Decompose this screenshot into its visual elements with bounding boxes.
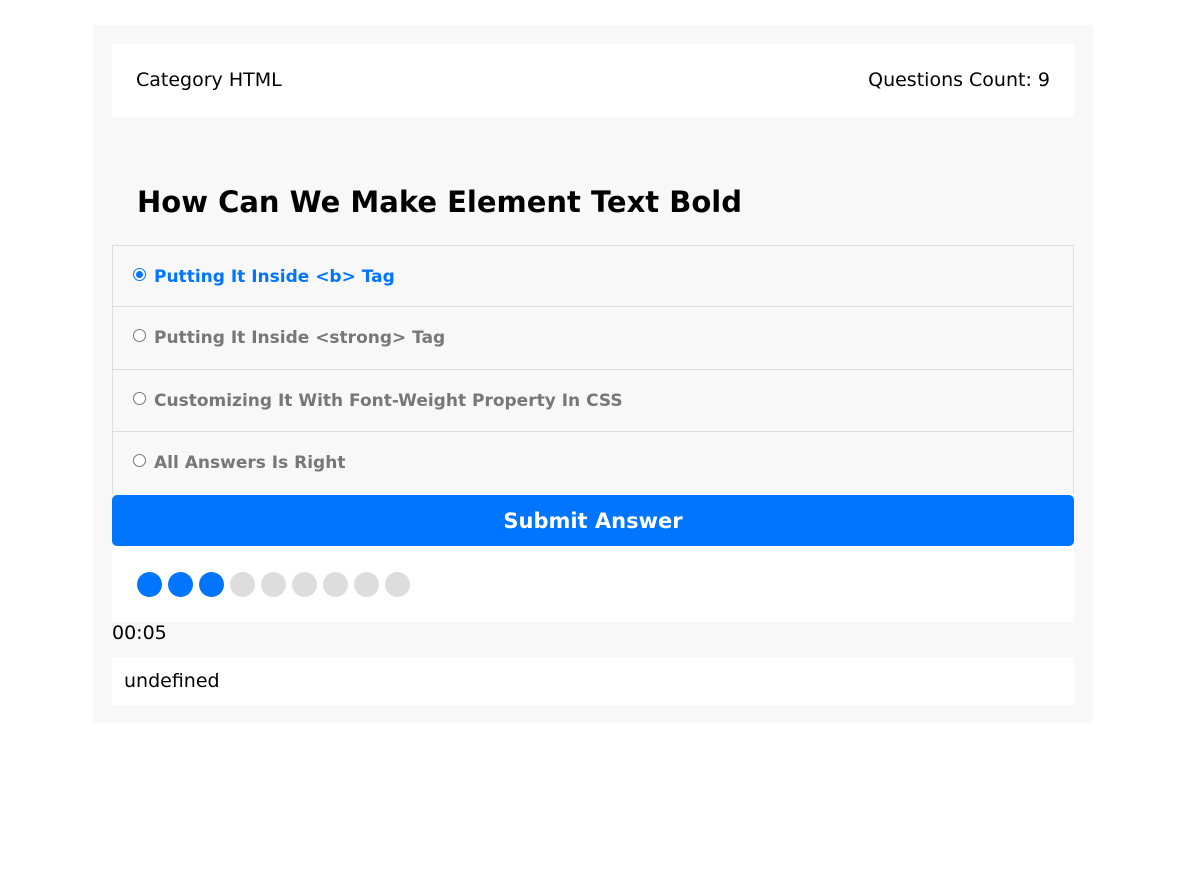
results-text: undefined [124,670,220,692]
progress-bullet [261,572,286,597]
quiz-info-bar: Category HTML Questions Count: 9 [112,44,1074,117]
progress-bullet [354,572,379,597]
bullet-spans [137,572,416,597]
answer-label[interactable]: Customizing It With Font-Weight Property… [154,391,623,411]
answers-list: Putting It Inside <b> Tag Putting It Ins… [112,245,1074,494]
answer-option-3[interactable]: Customizing It With Font-Weight Property… [112,369,1074,431]
radio-button[interactable] [133,392,146,405]
answer-option-1[interactable]: Putting It Inside <b> Tag [112,245,1074,306]
radio-button[interactable] [133,329,146,342]
progress-bullet [292,572,317,597]
progress-bullet [168,572,193,597]
radio-button[interactable] [133,454,146,467]
progress-bullet [230,572,255,597]
progress-bullet [385,572,410,597]
submit-answer-button[interactable]: Submit Answer [112,495,1074,546]
progress-bullet [199,572,224,597]
answer-label[interactable]: Putting It Inside <b> Tag [154,267,395,287]
question-title: How Can We Make Element Text Bold [137,185,742,219]
results-panel: undefined [112,657,1074,705]
answer-option-4[interactable]: All Answers Is Right [112,431,1074,494]
answer-option-2[interactable]: Putting It Inside <strong> Tag [112,306,1074,369]
category-label: Category HTML [136,69,282,91]
radio-button[interactable] [133,268,146,281]
questions-count: Questions Count: 9 [868,69,1050,91]
answer-label[interactable]: All Answers Is Right [154,453,345,473]
countdown-timer: 00:05 [112,622,167,644]
progress-bullet [323,572,348,597]
answer-label[interactable]: Putting It Inside <strong> Tag [154,328,445,348]
progress-bullets [112,546,1074,622]
progress-bullet [137,572,162,597]
quiz-app: Category HTML Questions Count: 9 How Can… [93,25,1093,723]
